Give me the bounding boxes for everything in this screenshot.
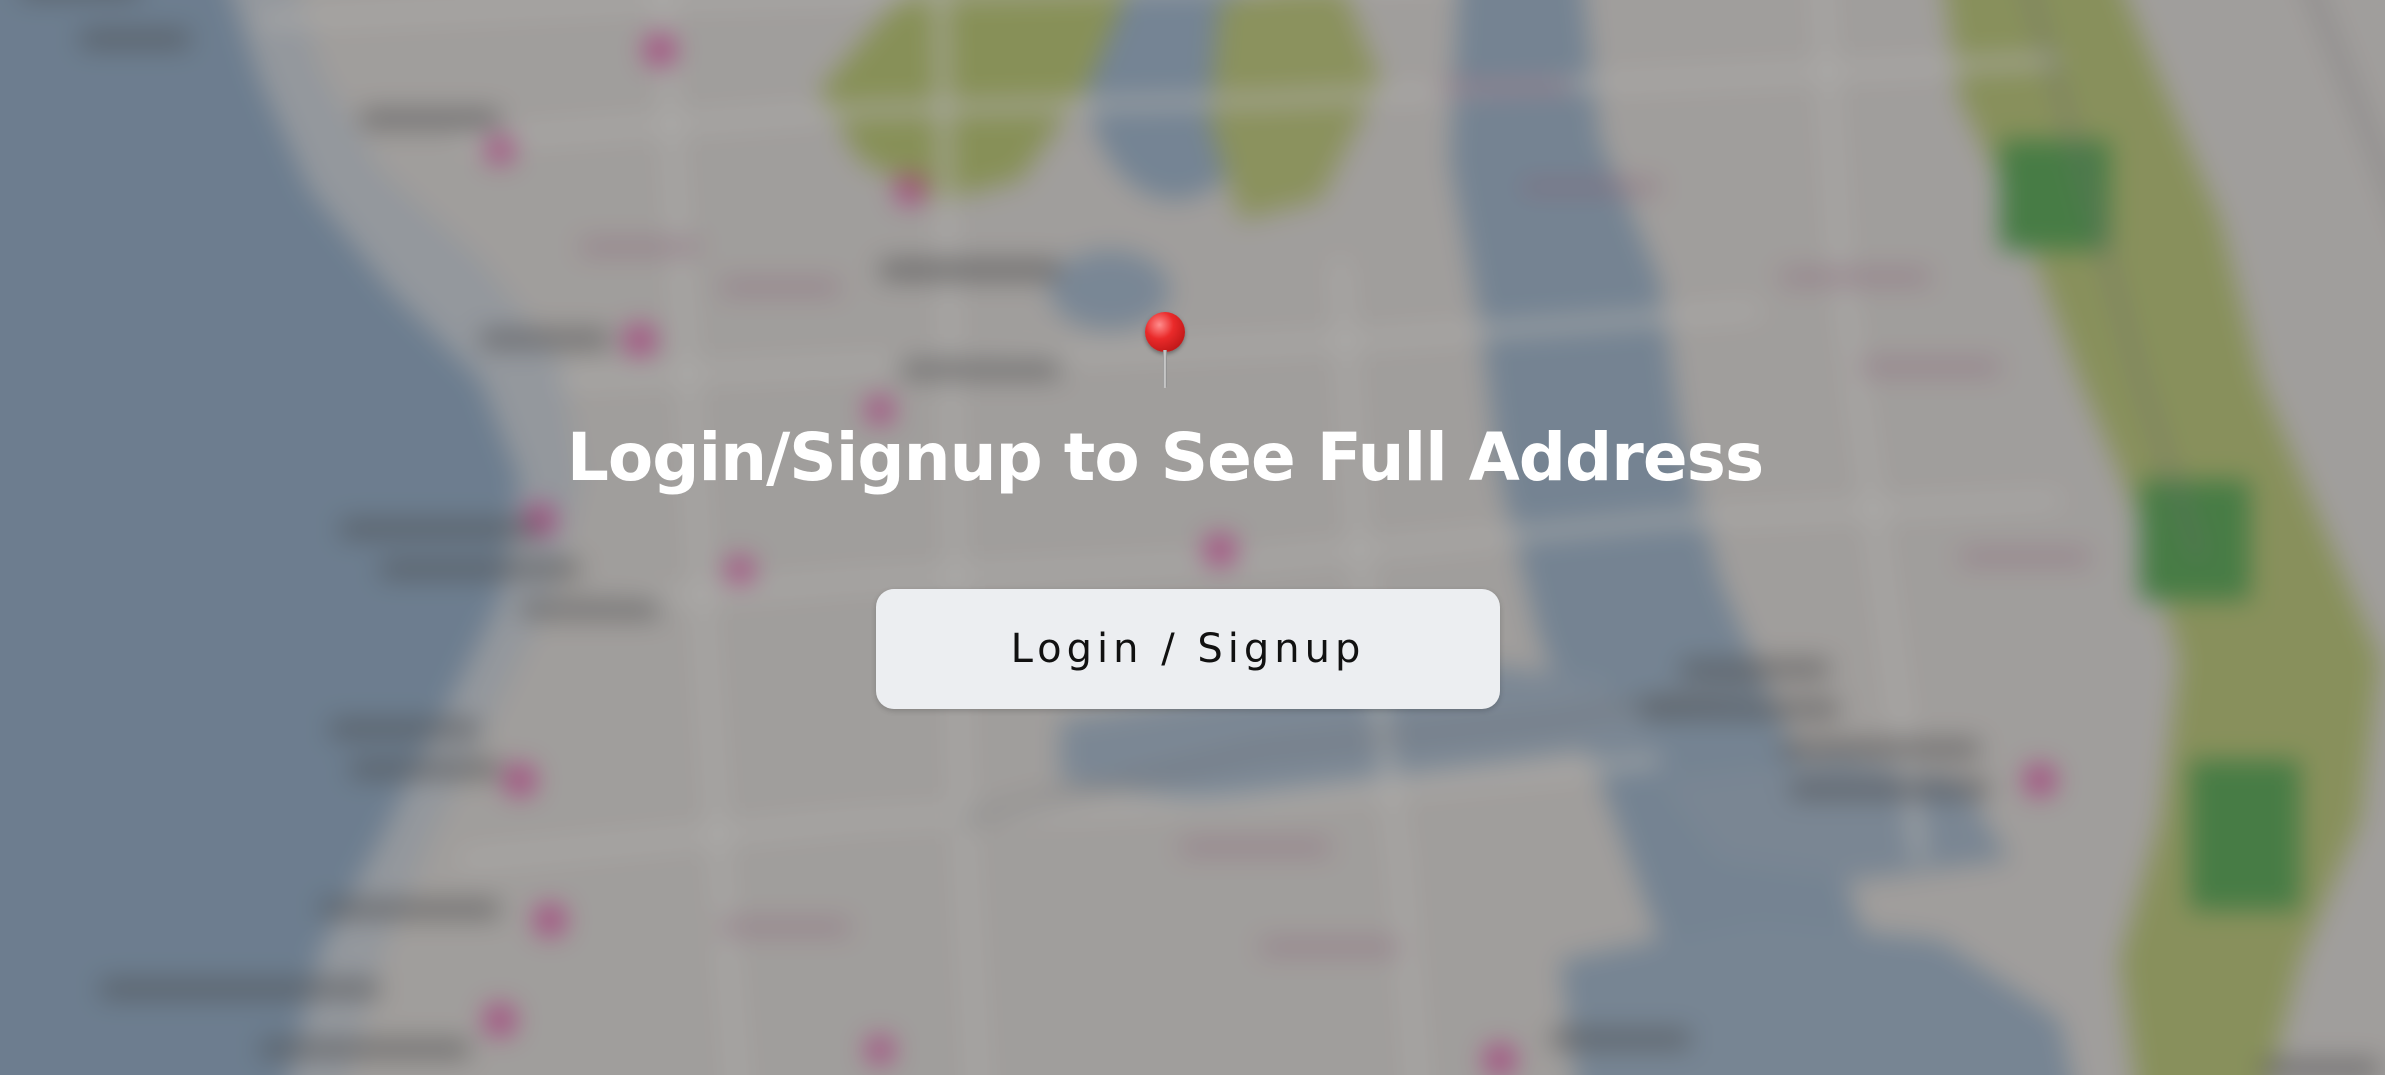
pushpin-icon — [1145, 312, 1187, 388]
login-prompt-overlay: Login/Signup to See Full Address Login /… — [0, 0, 2385, 1075]
login-prompt-headline: Login/Signup to See Full Address — [566, 419, 1764, 496]
login-signup-button[interactable]: Login / Signup — [876, 589, 1500, 709]
pushpin-needle — [1163, 350, 1167, 388]
pushpin-head — [1145, 312, 1185, 352]
